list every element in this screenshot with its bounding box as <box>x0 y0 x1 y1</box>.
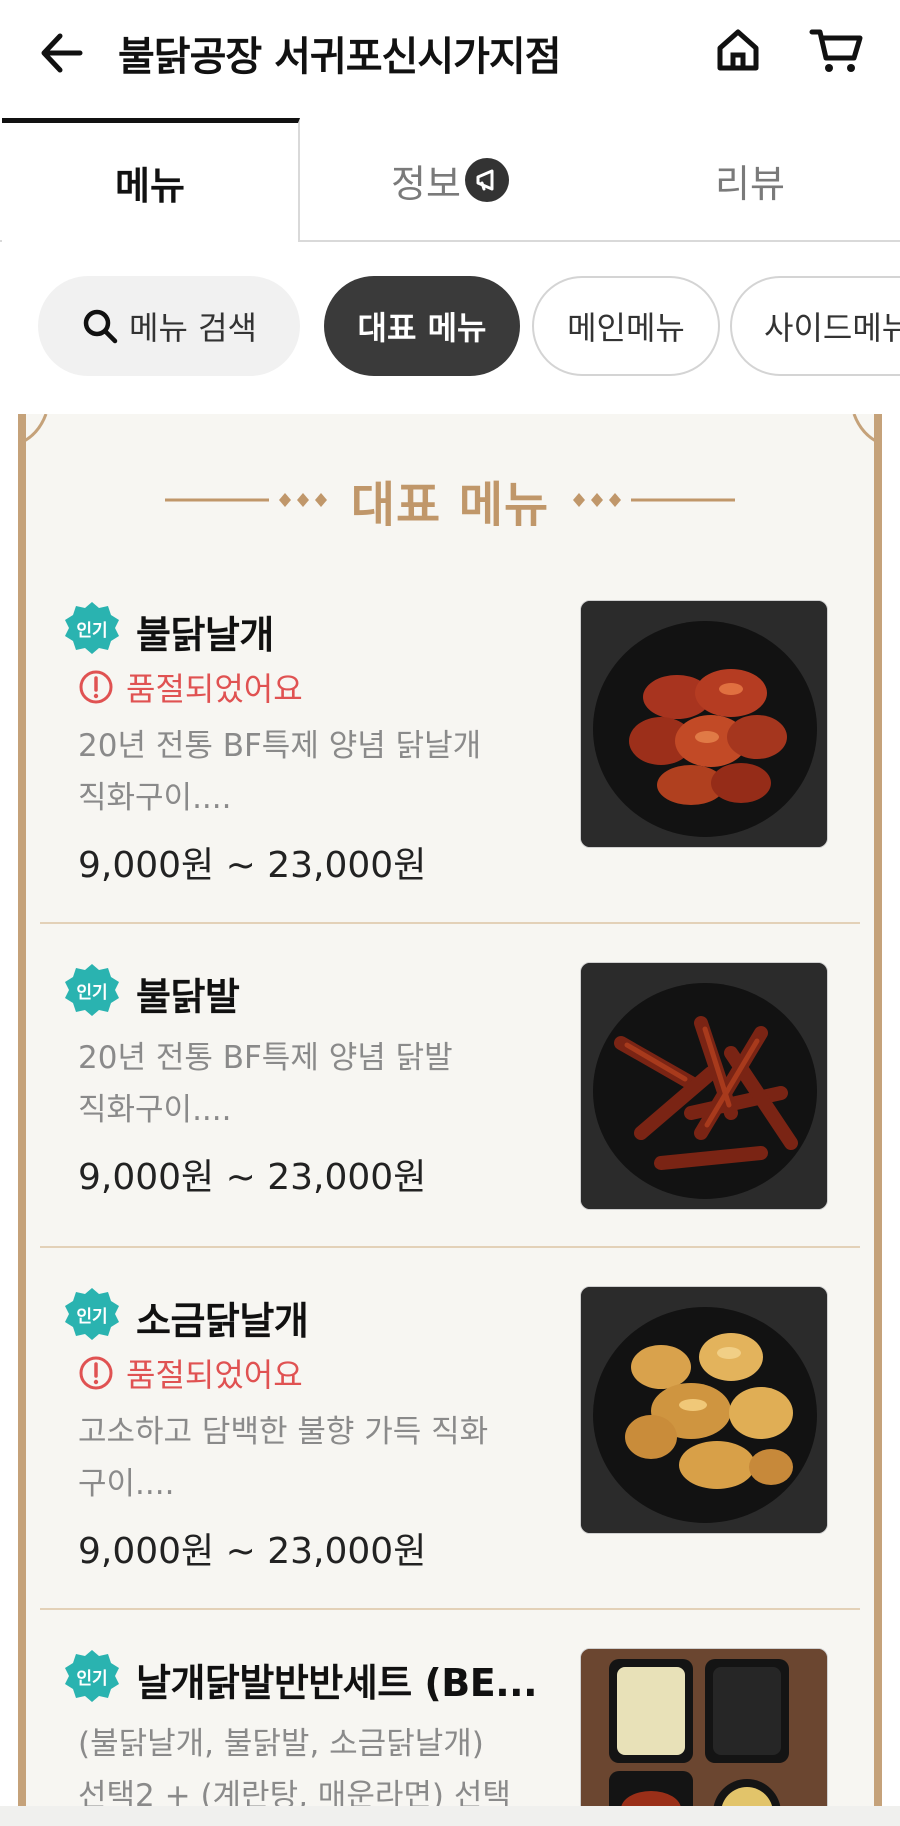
item-thumbnail <box>580 1286 828 1534</box>
popular-badge: 인기 <box>64 1648 120 1704</box>
chip-label: 사이드메뉴 <box>764 309 900 347</box>
item-description: 고소하고 담백한 불향 가득 직화 구이.... <box>78 1406 558 1510</box>
back-button[interactable] <box>36 26 90 80</box>
menu-search-button[interactable]: 메뉴 검색 <box>38 276 300 376</box>
item-name: 불닭날개 <box>136 613 274 657</box>
item-description: 20년 전통 BF특제 양념 닭날개 직화구이.... <box>78 720 558 824</box>
ornament-right-icon <box>573 493 736 507</box>
home-button[interactable] <box>710 22 766 78</box>
item-thumbnail <box>580 1648 828 1826</box>
tab-reviews[interactable]: 리뷰 <box>600 118 900 242</box>
badge-label: 인기 <box>76 1668 108 1689</box>
item-thumbnail <box>580 600 828 848</box>
bottom-edge <box>0 1806 900 1826</box>
chip-label: 대표 메뉴 <box>357 309 487 347</box>
popular-badge: 인기 <box>64 962 120 1018</box>
chip-side-menu[interactable]: 사이드메뉴 <box>730 276 900 376</box>
section-header: 대표 메뉴 <box>0 460 900 540</box>
menu-item[interactable]: 인기 불닭날개 품절되었어요 20년 전통 BF특제 양념 닭날개 직화구이..… <box>40 560 860 924</box>
description-line: 직화구이.... <box>78 780 232 816</box>
ornament-left-icon <box>164 493 327 507</box>
tab-menu[interactable]: 메뉴 <box>2 118 300 242</box>
item-description: 20년 전통 BF특제 양념 닭발 직화구이.... <box>78 1032 558 1136</box>
store-title: 불닭공장 서귀포신시가지점 <box>118 34 562 80</box>
home-icon <box>717 29 759 71</box>
salt-wings-image <box>581 1287 827 1533</box>
popular-badge: 인기 <box>64 1286 120 1342</box>
tab-info[interactable]: 정보 <box>300 118 600 242</box>
popular-badge: 인기 <box>64 600 120 656</box>
alert-circle-icon <box>79 1356 113 1390</box>
spicy-wings-image <box>581 601 827 847</box>
description-line: 구이.... <box>78 1466 175 1502</box>
description-line: 직화구이.... <box>78 1092 232 1128</box>
alert-circle-icon <box>79 670 113 704</box>
description-line: (불닭날개, 불닭발, 소금닭날개) <box>78 1726 484 1762</box>
section-title: 대표 메뉴 <box>350 477 550 533</box>
combo-set-image <box>581 1649 827 1826</box>
soldout-label: 품절되었어요 <box>126 670 303 708</box>
menu-item[interactable]: 인기 소금닭날개 품절되었어요 고소하고 담백한 불향 가득 직화 구이....… <box>40 1248 860 1610</box>
arrow-left-icon <box>41 33 83 73</box>
item-name: 소금닭날개 <box>136 1299 309 1343</box>
description-line: 20년 전통 BF특제 양념 닭발 <box>78 1040 453 1076</box>
soldout-notice: 품절되었어요 <box>78 664 303 710</box>
tab-menu-label: 메뉴 <box>115 164 185 208</box>
tab-info-label: 정보 <box>391 161 461 206</box>
badge-label: 인기 <box>76 982 108 1003</box>
item-thumbnail <box>580 962 828 1210</box>
chip-representative-menu[interactable]: 대표 메뉴 <box>324 276 520 376</box>
badge-label: 인기 <box>76 620 108 641</box>
soldout-notice: 품절되었어요 <box>78 1350 303 1396</box>
description-line: 고소하고 담백한 불향 가득 직화 <box>78 1414 489 1450</box>
tab-bar: 메뉴 정보 리뷰 <box>0 118 900 242</box>
menu-search-label: 메뉴 검색 <box>129 309 257 347</box>
soldout-label: 품절되었어요 <box>126 1356 303 1394</box>
item-name: 불닭발 <box>136 975 240 1019</box>
megaphone-icon <box>464 158 509 202</box>
menu-item[interactable]: 인기 날개닭발반반세트 (BE... (불닭날개, 불닭발, 소금닭날개) 선택… <box>40 1610 860 1826</box>
menu-item[interactable]: 인기 불닭발 20년 전통 BF특제 양념 닭발 직화구이.... 9,000원… <box>40 924 860 1248</box>
description-line: 20년 전통 BF특제 양념 닭날개 <box>78 728 482 764</box>
item-price: 9,000원 ~ 23,000원 <box>78 845 427 886</box>
item-price: 9,000원 ~ 23,000원 <box>78 1531 427 1572</box>
spicy-chicken-feet-image <box>581 963 827 1209</box>
category-chip-row: 메뉴 검색 대표 메뉴 메인메뉴 사이드메뉴 <box>0 272 900 382</box>
item-price: 9,000원 ~ 23,000원 <box>78 1157 427 1198</box>
chip-label: 메인메뉴 <box>567 309 685 347</box>
cart-button[interactable] <box>806 22 866 78</box>
app-header: 불닭공장 서귀포신시가지점 <box>0 0 900 110</box>
search-icon <box>83 309 118 344</box>
cart-icon <box>809 29 863 72</box>
badge-label: 인기 <box>76 1306 108 1327</box>
tab-reviews-label: 리뷰 <box>715 161 785 206</box>
chip-main-menu[interactable]: 메인메뉴 <box>532 276 720 376</box>
item-name: 날개닭발반반세트 (BE... <box>136 1661 538 1705</box>
frame-corner-ornament <box>18 414 882 444</box>
